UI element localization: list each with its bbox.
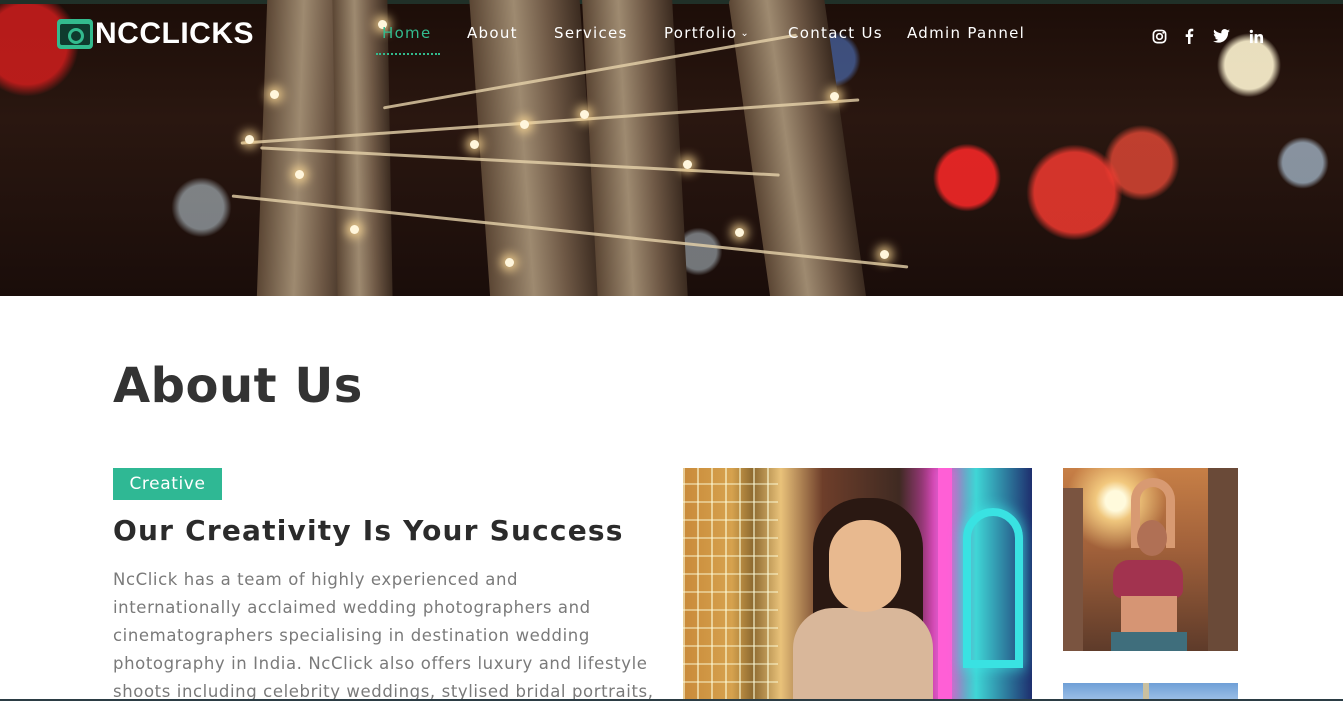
nav-item-contact-us[interactable]: Contact Us	[788, 24, 883, 42]
nav-item-about[interactable]: About	[467, 24, 518, 42]
nav-item-portfolio[interactable]: Portfolio ⌄	[664, 24, 750, 42]
portrait-photo-sunlight	[1063, 468, 1238, 651]
light-bulb	[470, 140, 479, 149]
light-bulb	[683, 160, 692, 169]
light-bulb	[245, 135, 254, 144]
tree-trunk	[581, 0, 689, 296]
portrait-photo-neon-lights	[683, 468, 1032, 701]
nav-item-home[interactable]: Home	[376, 24, 439, 55]
light-bulb	[880, 250, 889, 259]
light-bulb	[830, 92, 839, 101]
description-line: NcClick has a team of highly experienced…	[113, 570, 519, 589]
nav-item-admin-pannel[interactable]: Admin Pannel	[907, 24, 1025, 42]
linkedin-icon[interactable]	[1246, 26, 1266, 46]
chevron-down-icon: ⌄	[740, 28, 751, 39]
light-bulb	[295, 170, 304, 179]
category-badge: Creative	[113, 468, 222, 500]
camera-icon	[57, 19, 93, 49]
light-bulb	[520, 120, 529, 129]
tree-trunk	[332, 0, 393, 296]
about-description: NcClick has a team of highly experienced…	[113, 566, 673, 701]
brand-name: NCCLICKS	[95, 17, 254, 50]
description-line: photography in India. NcClick also offer…	[113, 654, 648, 673]
twitter-icon[interactable]	[1211, 26, 1231, 46]
nav-item-portfolio-label: Portfolio	[664, 24, 738, 42]
description-line: shoots including celebrity weddings, sty…	[113, 682, 654, 701]
instagram-icon[interactable]	[1149, 26, 1169, 46]
light-bulb	[580, 110, 589, 119]
light-bulb	[270, 90, 279, 99]
description-line: internationally acclaimed wedding photog…	[113, 598, 591, 617]
page-title: About Us	[113, 358, 363, 414]
light-bulb	[350, 225, 359, 234]
facebook-icon[interactable]	[1179, 26, 1199, 46]
light-bulb	[505, 258, 514, 267]
section-subtitle: Our Creativity Is Your Success	[113, 514, 624, 547]
nav-item-services[interactable]: Services	[554, 24, 628, 42]
tree-trunk	[468, 0, 602, 296]
light-bulb	[735, 228, 744, 237]
brand-logo[interactable]: NCCLICKS	[57, 17, 254, 51]
description-line: cinematographers specialising in destina…	[113, 626, 590, 645]
